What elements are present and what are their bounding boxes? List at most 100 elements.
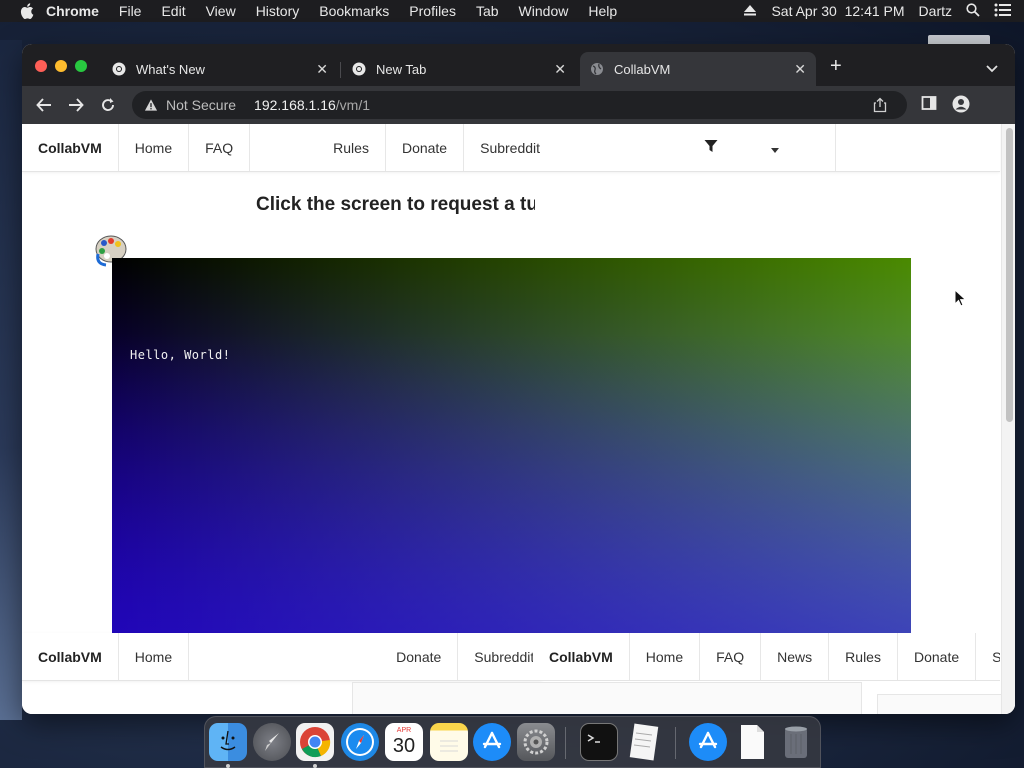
globe-icon xyxy=(590,62,604,76)
share-icon[interactable] xyxy=(873,97,887,116)
browser-window: What's New ✕ New Tab ✕ CollabVM ✕ + Not … xyxy=(22,44,1015,714)
bottom-navbar-b: CollabVM Home FAQ News Rules Donate Sul xyxy=(533,633,1000,681)
close-tab-icon[interactable]: ✕ xyxy=(554,61,566,78)
zoom-window-button[interactable] xyxy=(75,60,87,72)
filter-dropdown[interactable] xyxy=(704,124,837,171)
tab-title: CollabVM xyxy=(614,61,671,77)
tab-strip: What's New ✕ New Tab ✕ CollabVM ✕ + xyxy=(22,44,1015,86)
reload-icon[interactable] xyxy=(99,96,117,114)
nav-rules[interactable]: Rules xyxy=(829,633,898,680)
eject-icon[interactable] xyxy=(743,3,757,19)
chrome-icon xyxy=(352,62,366,76)
address-bar[interactable]: Not Secure 192.168.1.16/vm/1 xyxy=(132,91,907,119)
nav-brand[interactable]: CollabVM xyxy=(533,633,630,680)
nav-donate[interactable]: Donate xyxy=(189,633,459,680)
menu-edit[interactable]: Edit xyxy=(161,3,185,19)
nav-rules[interactable]: Rules xyxy=(250,124,386,171)
mouse-cursor-icon xyxy=(954,288,967,312)
nav-brand[interactable]: CollabVM xyxy=(22,633,119,680)
tab-title: New Tab xyxy=(376,61,427,77)
web-page: CollabVM Home FAQ Rules Donate Subreddit… xyxy=(22,124,1015,714)
document-icon[interactable] xyxy=(733,723,771,761)
vm-hello-text: Hello, World! xyxy=(130,348,231,362)
notes-icon[interactable] xyxy=(430,723,468,761)
security-status[interactable]: Not Secure xyxy=(166,97,236,113)
menu-window[interactable]: Window xyxy=(519,3,569,19)
nav-home[interactable]: Home xyxy=(119,633,190,680)
vm-display-shade xyxy=(112,258,911,633)
desktop-wallpaper xyxy=(0,40,22,720)
nav-subreddit[interactable]: Subreddit xyxy=(464,124,704,171)
menubar-clock[interactable]: Sat Apr 30 12:41 PM xyxy=(771,3,904,19)
nav-subreddit[interactable]: Sul xyxy=(976,633,1000,680)
forward-icon[interactable] xyxy=(67,96,85,114)
caret-down-icon xyxy=(771,140,780,156)
menu-view[interactable]: View xyxy=(206,3,236,19)
scrollbar-thumb[interactable] xyxy=(1006,128,1013,422)
app-store-download-icon[interactable] xyxy=(689,723,727,761)
top-navbar: CollabVM Home FAQ Rules Donate Subreddit xyxy=(22,124,1000,172)
menu-file[interactable]: File xyxy=(119,3,142,19)
new-tab-button[interactable]: + xyxy=(830,56,842,76)
tab-new-tab[interactable]: New Tab ✕ xyxy=(342,52,576,86)
system-preferences-icon[interactable] xyxy=(517,723,555,761)
calendar-icon[interactable]: APR 30 xyxy=(385,723,423,761)
vm-screen[interactable]: Hello, World! xyxy=(112,258,911,633)
tab-divider xyxy=(340,62,341,78)
chrome-dock-icon[interactable] xyxy=(296,723,334,761)
content-card xyxy=(352,682,862,714)
profile-icon[interactable] xyxy=(952,95,970,118)
nav-donate[interactable]: Donate xyxy=(898,633,977,680)
turn-request-heading: Click the screen to request a turn xyxy=(256,194,535,215)
nav-home[interactable]: Home xyxy=(630,633,701,680)
safari-icon[interactable] xyxy=(341,723,379,761)
textedit-icon[interactable] xyxy=(624,723,662,761)
tab-whats-new[interactable]: What's New ✕ xyxy=(102,52,338,86)
tab-search-chevron-icon[interactable] xyxy=(986,60,998,78)
close-window-button[interactable] xyxy=(35,60,47,72)
menu-history[interactable]: History xyxy=(256,3,300,19)
bottom-navbar-a: CollabVM Home Donate Subreddit xyxy=(22,633,542,681)
nav-faq[interactable]: FAQ xyxy=(189,124,251,171)
running-indicator xyxy=(313,764,317,768)
dock-separator xyxy=(565,727,566,759)
running-indicator xyxy=(226,764,230,768)
menubar-user[interactable]: Dartz xyxy=(919,3,952,19)
page-scrollbar[interactable] xyxy=(1001,124,1015,714)
menubar-status-area: Sat Apr 30 12:41 PM Dartz xyxy=(743,0,1012,22)
menu-profiles[interactable]: Profiles xyxy=(409,3,456,19)
control-center-icon[interactable] xyxy=(994,3,1012,20)
menu-bookmarks[interactable]: Bookmarks xyxy=(319,3,389,19)
close-tab-icon[interactable]: ✕ xyxy=(794,61,806,78)
nav-donate[interactable]: Donate xyxy=(386,124,465,171)
warning-icon[interactable] xyxy=(144,98,158,112)
close-tab-icon[interactable]: ✕ xyxy=(316,61,328,78)
chrome-icon xyxy=(112,62,126,76)
nav-home[interactable]: Home xyxy=(119,124,190,171)
nav-faq[interactable]: FAQ xyxy=(700,633,762,680)
apple-icon[interactable] xyxy=(20,3,34,19)
url-path[interactable]: /vm/1 xyxy=(336,97,370,113)
nav-brand[interactable]: CollabVM xyxy=(22,124,119,171)
trash-icon[interactable] xyxy=(777,723,815,761)
content-card xyxy=(877,694,1007,714)
sidebar-icon[interactable] xyxy=(921,95,937,116)
url-host[interactable]: 192.168.1.16 xyxy=(254,97,336,113)
minimize-window-button[interactable] xyxy=(55,60,67,72)
menu-help[interactable]: Help xyxy=(588,3,617,19)
dock-separator xyxy=(675,727,676,759)
tab-title: What's New xyxy=(136,61,205,77)
launchpad-icon[interactable] xyxy=(253,723,291,761)
terminal-icon[interactable] xyxy=(580,723,618,761)
app-store-icon[interactable] xyxy=(473,723,511,761)
tab-collabvm[interactable]: CollabVM ✕ xyxy=(580,52,816,86)
menu-app-name[interactable]: Chrome xyxy=(46,3,99,19)
macos-menubar: Chrome File Edit View History Bookmarks … xyxy=(0,0,1024,22)
calendar-month: APR xyxy=(396,727,412,734)
macos-dock: APR 30 xyxy=(204,716,821,768)
menu-tab[interactable]: Tab xyxy=(476,3,499,19)
finder-icon[interactable] xyxy=(209,723,247,761)
search-icon[interactable] xyxy=(966,2,980,20)
back-icon[interactable] xyxy=(35,96,53,114)
nav-news[interactable]: News xyxy=(761,633,830,680)
